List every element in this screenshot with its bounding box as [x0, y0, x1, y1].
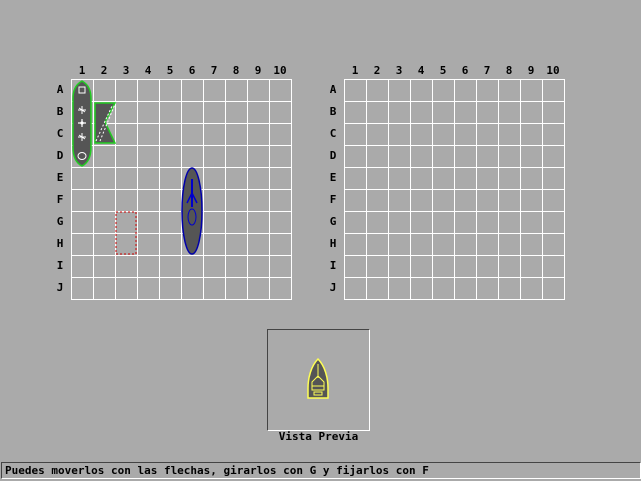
column-label: 6 — [188, 64, 196, 77]
column-label: 3 — [122, 64, 130, 77]
column-label: 4 — [144, 64, 152, 77]
row-label: H — [329, 237, 337, 250]
column-label: 7 — [483, 64, 491, 77]
row-label: D — [56, 149, 64, 162]
row-label: I — [56, 259, 64, 272]
column-label: 6 — [461, 64, 469, 77]
row-label: H — [56, 237, 64, 250]
row-label: A — [56, 83, 64, 96]
column-label: 4 — [417, 64, 425, 77]
row-label: E — [56, 171, 64, 184]
row-label: J — [56, 281, 64, 294]
column-label: 10 — [546, 64, 560, 77]
preview-label: Vista Previa — [278, 430, 359, 443]
column-label: 1 — [351, 64, 359, 77]
column-label: 2 — [100, 64, 108, 77]
row-label: C — [56, 127, 64, 140]
preview-ship — [307, 357, 329, 399]
row-label: F — [56, 193, 64, 206]
row-label: I — [329, 259, 337, 272]
enemy-grid[interactable] — [344, 79, 565, 300]
column-label: 7 — [210, 64, 218, 77]
column-label: 2 — [373, 64, 381, 77]
row-label: C — [329, 127, 337, 140]
player-grid[interactable] — [71, 79, 292, 300]
enemy-board: 1 2 3 4 5 6 7 8 9 10 A B C D E F G H I J — [325, 64, 565, 300]
player-board: 1 2 3 4 5 6 7 8 9 10 A B C D E F G H I J — [52, 64, 292, 300]
row-label: E — [329, 171, 337, 184]
player-ships-layer — [72, 80, 203, 255]
row-label: A — [329, 83, 337, 96]
column-labels: 1 2 3 4 5 6 7 8 9 10 — [344, 64, 568, 78]
column-label: 5 — [166, 64, 174, 77]
flag-ship[interactable] — [94, 102, 117, 144]
column-label: 10 — [273, 64, 287, 77]
row-label: B — [329, 105, 337, 118]
submarine-ship[interactable] — [72, 80, 92, 167]
row-label: J — [329, 281, 337, 294]
column-label: 8 — [232, 64, 240, 77]
row-label: F — [329, 193, 337, 206]
row-label: B — [56, 105, 64, 118]
row-label: D — [329, 149, 337, 162]
column-labels: 1 2 3 4 5 6 7 8 9 10 — [71, 64, 295, 78]
row-label: G — [329, 215, 337, 228]
active-ship[interactable] — [181, 167, 203, 255]
column-label: 9 — [254, 64, 262, 77]
column-label: 1 — [78, 64, 86, 77]
preview-box — [267, 329, 370, 431]
status-bar: Puedes moverlos con las flechas, girarlo… — [1, 462, 641, 479]
column-label: 5 — [439, 64, 447, 77]
row-label: G — [56, 215, 64, 228]
placement-cursor — [115, 211, 137, 255]
column-label: 3 — [395, 64, 403, 77]
column-label: 9 — [527, 64, 535, 77]
column-label: 8 — [505, 64, 513, 77]
